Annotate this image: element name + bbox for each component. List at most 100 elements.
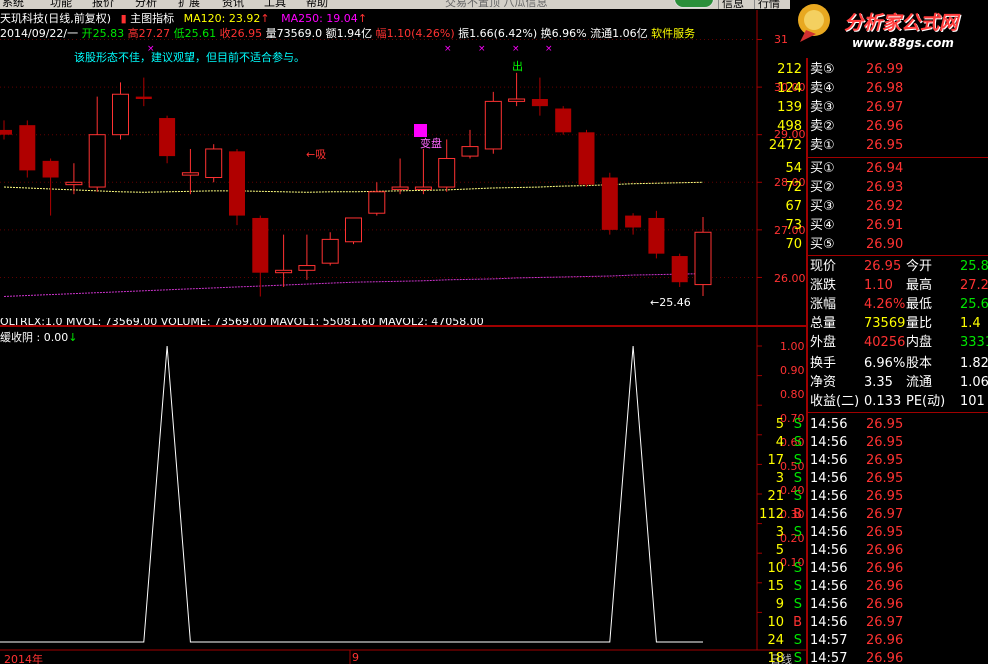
chart-area[interactable]: × × × × × — [0, 0, 808, 664]
stat-label: 今开 — [906, 259, 933, 274]
tick-time: 14:56 — [810, 417, 848, 432]
tick-volume: 3 — [775, 525, 784, 540]
signal-x-marker: × — [444, 44, 452, 54]
signal-x-marker: × — [512, 44, 520, 54]
stat-value: 25.6 — [960, 297, 988, 312]
ask-volume: 212 — [777, 62, 802, 77]
candle — [112, 82, 129, 140]
tick-time: 14:56 — [810, 597, 848, 612]
candle-body — [461, 146, 479, 157]
tick-volume: 21 — [767, 489, 784, 504]
tick-price: 26.96 — [866, 597, 904, 612]
tick-side: S — [793, 435, 802, 450]
low-price-marker: ←25.46 — [650, 296, 691, 309]
tick-time: 14:56 — [810, 435, 848, 450]
stat-value: 1.82 — [960, 356, 988, 371]
tick-price: 26.96 — [866, 579, 904, 594]
tick-volume: 18 — [767, 651, 784, 664]
signal-x-marker: × — [147, 44, 155, 54]
tick-price: 26.97 — [866, 507, 904, 522]
logo-url: www.88gs.com — [852, 36, 954, 50]
tick-price: 26.96 — [866, 633, 904, 648]
tick-side: B — [793, 507, 802, 522]
tick-side: S — [793, 579, 802, 594]
candle-body — [555, 108, 572, 133]
stat-label: 总量 — [810, 316, 837, 331]
stat-value: 1.10 — [864, 278, 893, 293]
tick-volume: 17 — [767, 453, 784, 468]
signal-x-marker: × — [545, 44, 553, 54]
candle — [555, 106, 572, 135]
ma120-line — [3, 181, 704, 193]
candle-body — [625, 215, 642, 228]
candle-body — [298, 265, 316, 271]
bid-volume: 70 — [785, 237, 802, 252]
stat-label: 股本 — [906, 356, 933, 371]
tick-volume: 24 — [767, 633, 784, 648]
signal-sell-label: 出 — [512, 60, 523, 73]
bid-label: 买④ — [810, 218, 835, 233]
ask-volume: 124 — [777, 81, 802, 96]
tick-time: 14:56 — [810, 615, 848, 630]
stat-value: 3331 — [960, 335, 988, 350]
tick-price: 26.96 — [866, 651, 904, 664]
ask-label: 卖① — [810, 138, 835, 153]
book-divider — [806, 157, 988, 158]
stat-value: 40256 — [864, 335, 906, 350]
bid-volume: 72 — [785, 180, 802, 195]
candle-body — [42, 160, 59, 178]
candle-body — [345, 217, 362, 243]
candle — [508, 72, 526, 107]
tick-price: 26.97 — [866, 615, 904, 630]
candle — [671, 253, 688, 287]
tick-price: 26.96 — [866, 561, 904, 576]
candle — [298, 234, 316, 280]
tick-price: 26.95 — [866, 489, 904, 504]
bid-price: 26.94 — [866, 161, 904, 176]
signal-suck-label: ←吸 — [306, 148, 327, 161]
ask-label: 卖④ — [810, 81, 835, 96]
y-tick-26: 26.00 — [774, 272, 806, 285]
ask-volume: 139 — [777, 100, 802, 115]
tick-price: 26.95 — [866, 435, 904, 450]
tick-time: 14:56 — [810, 471, 848, 486]
candle — [159, 115, 176, 164]
candle-body — [181, 172, 199, 176]
tick-time: 14:56 — [810, 489, 848, 504]
candle — [625, 213, 642, 235]
tick-volume: 5 — [775, 543, 784, 558]
tick-time: 14:56 — [810, 543, 848, 558]
tick-price: 26.95 — [866, 525, 904, 540]
stat-label: 现价 — [810, 259, 837, 274]
stat-label: PE(动) — [906, 394, 946, 409]
candle-body — [112, 93, 129, 136]
candle — [181, 148, 199, 195]
ticks-divider — [806, 412, 988, 413]
stat-label: 涨幅 — [810, 297, 837, 312]
stat-label: 量比 — [906, 316, 933, 331]
tick-price: 26.95 — [866, 471, 904, 486]
signal-x-marker: × — [478, 44, 486, 54]
logo-title: 分析家公式网 — [844, 12, 959, 34]
tick-price: 26.95 — [866, 417, 904, 432]
tick-side: S — [793, 417, 802, 432]
candle-body — [648, 217, 665, 254]
stat-value: 101 — [960, 394, 985, 409]
stat-value: 6.96% — [864, 356, 906, 371]
stat-label: 涨跌 — [810, 278, 837, 293]
candle — [368, 182, 386, 216]
ask-price: 26.97 — [866, 100, 904, 115]
candle — [88, 96, 106, 192]
candle-body — [414, 186, 432, 190]
candle — [345, 217, 362, 245]
candle — [321, 232, 339, 266]
candle-body — [484, 100, 502, 150]
bid-volume: 73 — [785, 218, 802, 233]
tick-side: S — [793, 597, 802, 612]
tick-time: 14:57 — [810, 633, 848, 648]
candle-body — [159, 118, 176, 157]
candle — [694, 217, 712, 297]
candle — [19, 120, 36, 178]
bid-label: 买① — [810, 161, 835, 176]
candle-body — [205, 148, 223, 179]
